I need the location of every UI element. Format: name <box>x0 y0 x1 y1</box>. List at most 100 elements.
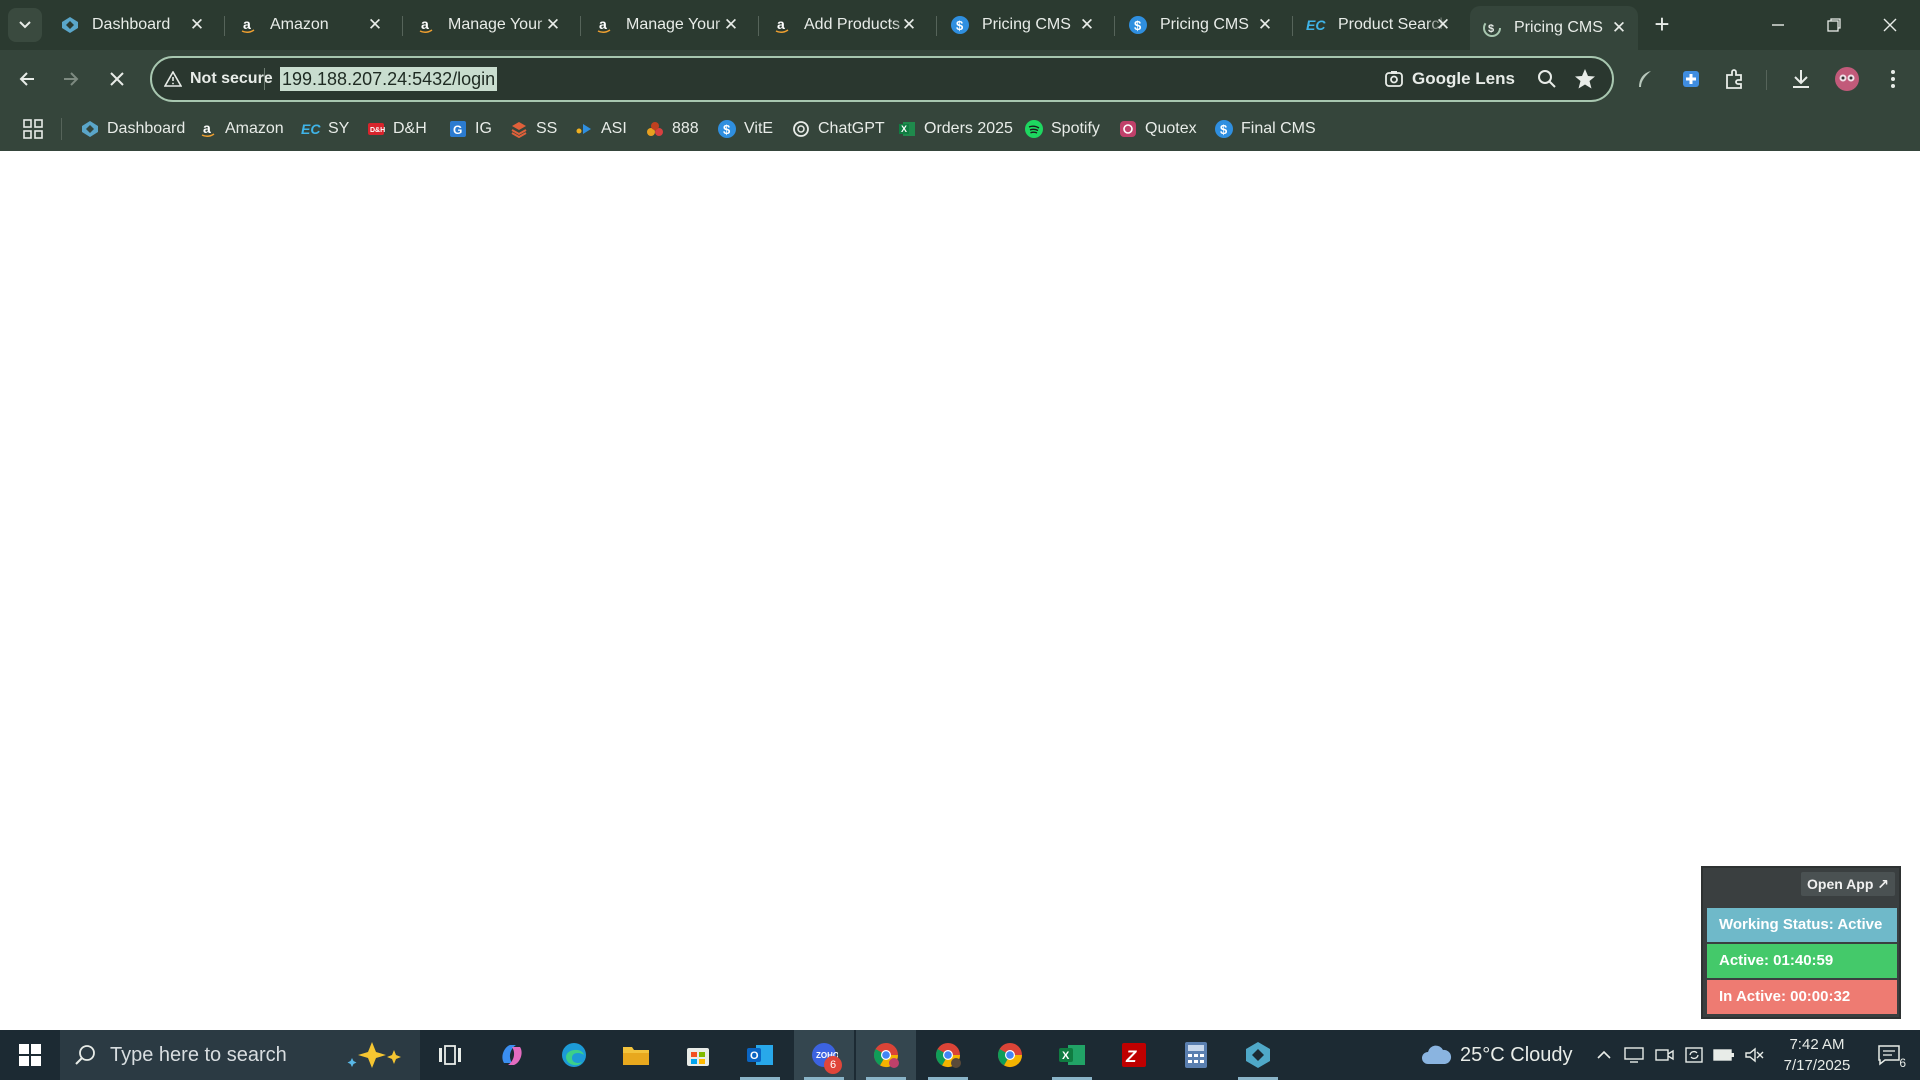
filezilla-app[interactable]: Z <box>1104 1030 1164 1080</box>
extension-feather-button[interactable] <box>1630 64 1660 94</box>
forward-arrow-icon <box>64 72 79 86</box>
bookmark-dashboard[interactable]: Dashboard <box>80 114 185 144</box>
bookmark-chatgpt[interactable]: ChatGPT <box>791 114 885 144</box>
tray-sync[interactable] <box>1682 1044 1706 1066</box>
svg-text:EC: EC <box>1306 17 1326 33</box>
tab-dashboard[interactable]: Dashboard ✕ <box>48 6 216 44</box>
tray-meet[interactable] <box>1652 1044 1676 1066</box>
tab-separator <box>580 16 581 36</box>
bookmark-888[interactable]: 888 <box>645 114 699 144</box>
bookmark-asi[interactable]: ASI <box>574 114 627 144</box>
taskbar-search[interactable]: Type here to search <box>60 1030 420 1080</box>
store-icon <box>687 1048 709 1066</box>
outlook-app[interactable]: O <box>730 1030 790 1080</box>
close-icon[interactable]: ✕ <box>366 15 384 34</box>
svg-text:G: G <box>453 123 462 137</box>
google-lens-button[interactable]: Google Lens <box>1384 64 1515 94</box>
bookmark-final-cms[interactable]: $ Final CMS <box>1214 114 1316 144</box>
back-button[interactable] <box>10 62 44 96</box>
apps-button[interactable] <box>20 116 46 142</box>
bookmark-label: Spotify <box>1051 120 1100 137</box>
excel-app[interactable]: X <box>1042 1030 1102 1080</box>
tab-manage-your-2[interactable]: a Manage Your ✕ <box>582 6 750 44</box>
close-icon[interactable]: ✕ <box>544 15 562 34</box>
zoho-app[interactable]: ZOHO 6 <box>794 1030 854 1080</box>
bookmark-quotex[interactable]: Quotex <box>1118 114 1197 144</box>
tray-battery[interactable] <box>1712 1044 1736 1066</box>
notification-center-button[interactable]: 6 <box>1872 1040 1906 1070</box>
extensions-button[interactable] <box>1720 64 1750 94</box>
chrome-app-profile-2[interactable] <box>918 1030 978 1080</box>
address-bar[interactable]: Not secure 199.188.207.24:5432/login Goo… <box>150 56 1614 102</box>
calculator-app[interactable] <box>1166 1030 1226 1080</box>
start-button[interactable] <box>0 1030 60 1080</box>
weather-widget[interactable]: 25°C Cloudy <box>1420 1030 1573 1080</box>
microsoft-store-app[interactable] <box>668 1030 728 1080</box>
bookmark-label: Final CMS <box>1241 120 1316 137</box>
tab-search-button[interactable] <box>8 8 42 42</box>
bookmarks-bar: Dashboard a Amazon EC SY D&H D&H G IG SS… <box>0 108 1920 151</box>
restore-button[interactable] <box>1806 0 1862 50</box>
browser-menu-button[interactable] <box>1878 64 1908 94</box>
tab-separator <box>758 16 759 36</box>
bookmark-label: 888 <box>672 120 699 137</box>
tab-amazon[interactable]: a Amazon ✕ <box>226 6 394 44</box>
show-hidden-icons-button[interactable] <box>1592 1044 1616 1066</box>
close-window-button[interactable] <box>1862 0 1918 50</box>
close-icon[interactable]: ✕ <box>188 15 206 34</box>
downloads-button[interactable] <box>1786 64 1816 94</box>
clock-date: 7/17/2025 <box>1783 1057 1851 1074</box>
close-icon[interactable]: ✕ <box>1610 18 1628 37</box>
copilot-app[interactable] <box>482 1030 542 1080</box>
tab-separator <box>224 16 225 36</box>
bookmark-spotify[interactable]: Spotify <box>1024 114 1100 144</box>
bookmark-label: IG <box>475 120 492 137</box>
stop-loading-button[interactable] <box>100 62 134 96</box>
profile-avatar-button[interactable] <box>1832 64 1862 94</box>
task-view-button[interactable] <box>420 1030 480 1080</box>
bookmark-ss[interactable]: SS <box>509 114 557 144</box>
feather-icon <box>1639 71 1651 87</box>
security-indicator[interactable]: Not secure <box>164 58 273 100</box>
bookmark-star-button[interactable] <box>1572 66 1598 92</box>
svg-text:a: a <box>203 120 211 136</box>
dashboard-app[interactable] <box>1228 1030 1288 1080</box>
bookmark-ig[interactable]: G IG <box>448 114 492 144</box>
minimize-button[interactable] <box>1750 0 1806 50</box>
tab-add-products[interactable]: a Add Products ✕ <box>760 6 928 44</box>
chrome-app-profile-3[interactable] <box>980 1030 1040 1080</box>
bookmark-amazon[interactable]: a Amazon <box>198 114 284 144</box>
system-clock[interactable]: 7:42 AM 7/17/2025 <box>1772 1034 1862 1076</box>
bookmark-orders-2025[interactable]: X Orders 2025 <box>897 114 1013 144</box>
zoom-button[interactable] <box>1534 66 1560 92</box>
close-icon[interactable]: ✕ <box>900 15 918 34</box>
tab-product-search[interactable]: EC Product Search ✕ <box>1294 6 1462 44</box>
windows-logo-icon <box>19 1044 41 1066</box>
url-text[interactable]: 199.188.207.24:5432/login <box>280 67 498 91</box>
tab-pricing-cms-active[interactable]: $ Pricing CMS ✕ <box>1470 6 1638 50</box>
bookmark-vite[interactable]: $ VitE <box>717 114 773 144</box>
tab-manage-your-1[interactable]: a Manage Your ✕ <box>404 6 572 44</box>
tab-title: Manage Your <box>626 16 721 33</box>
tab-pricing-cms-1[interactable]: $ Pricing CMS ✕ <box>938 6 1106 44</box>
tray-volume[interactable] <box>1742 1044 1766 1066</box>
forward-button[interactable] <box>54 62 88 96</box>
extension-puzzle-blue-button[interactable] <box>1676 64 1706 94</box>
chrome-app-profile-1[interactable] <box>856 1030 916 1080</box>
888-icon <box>645 119 665 139</box>
close-icon[interactable]: ✕ <box>1434 15 1452 34</box>
bookmark-sy[interactable]: EC SY <box>301 114 349 144</box>
edge-app[interactable] <box>544 1030 604 1080</box>
time-tracker-widget: Open App ↗ Working Status: Active Active… <box>1701 866 1901 1019</box>
close-icon[interactable]: ✕ <box>1256 15 1274 34</box>
bookmark-dh[interactable]: D&H D&H <box>366 114 427 144</box>
close-icon[interactable]: ✕ <box>722 15 740 34</box>
open-app-button[interactable]: Open App ↗ <box>1801 872 1895 896</box>
close-icon[interactable]: ✕ <box>1078 15 1096 34</box>
file-explorer-app[interactable] <box>606 1030 666 1080</box>
tray-display[interactable] <box>1622 1044 1646 1066</box>
tab-pricing-cms-2[interactable]: $ Pricing CMS ✕ <box>1116 6 1284 44</box>
new-tab-button[interactable]: + <box>1647 11 1677 38</box>
excel-icon: X <box>1059 1045 1085 1065</box>
security-label: Not secure <box>190 70 273 87</box>
